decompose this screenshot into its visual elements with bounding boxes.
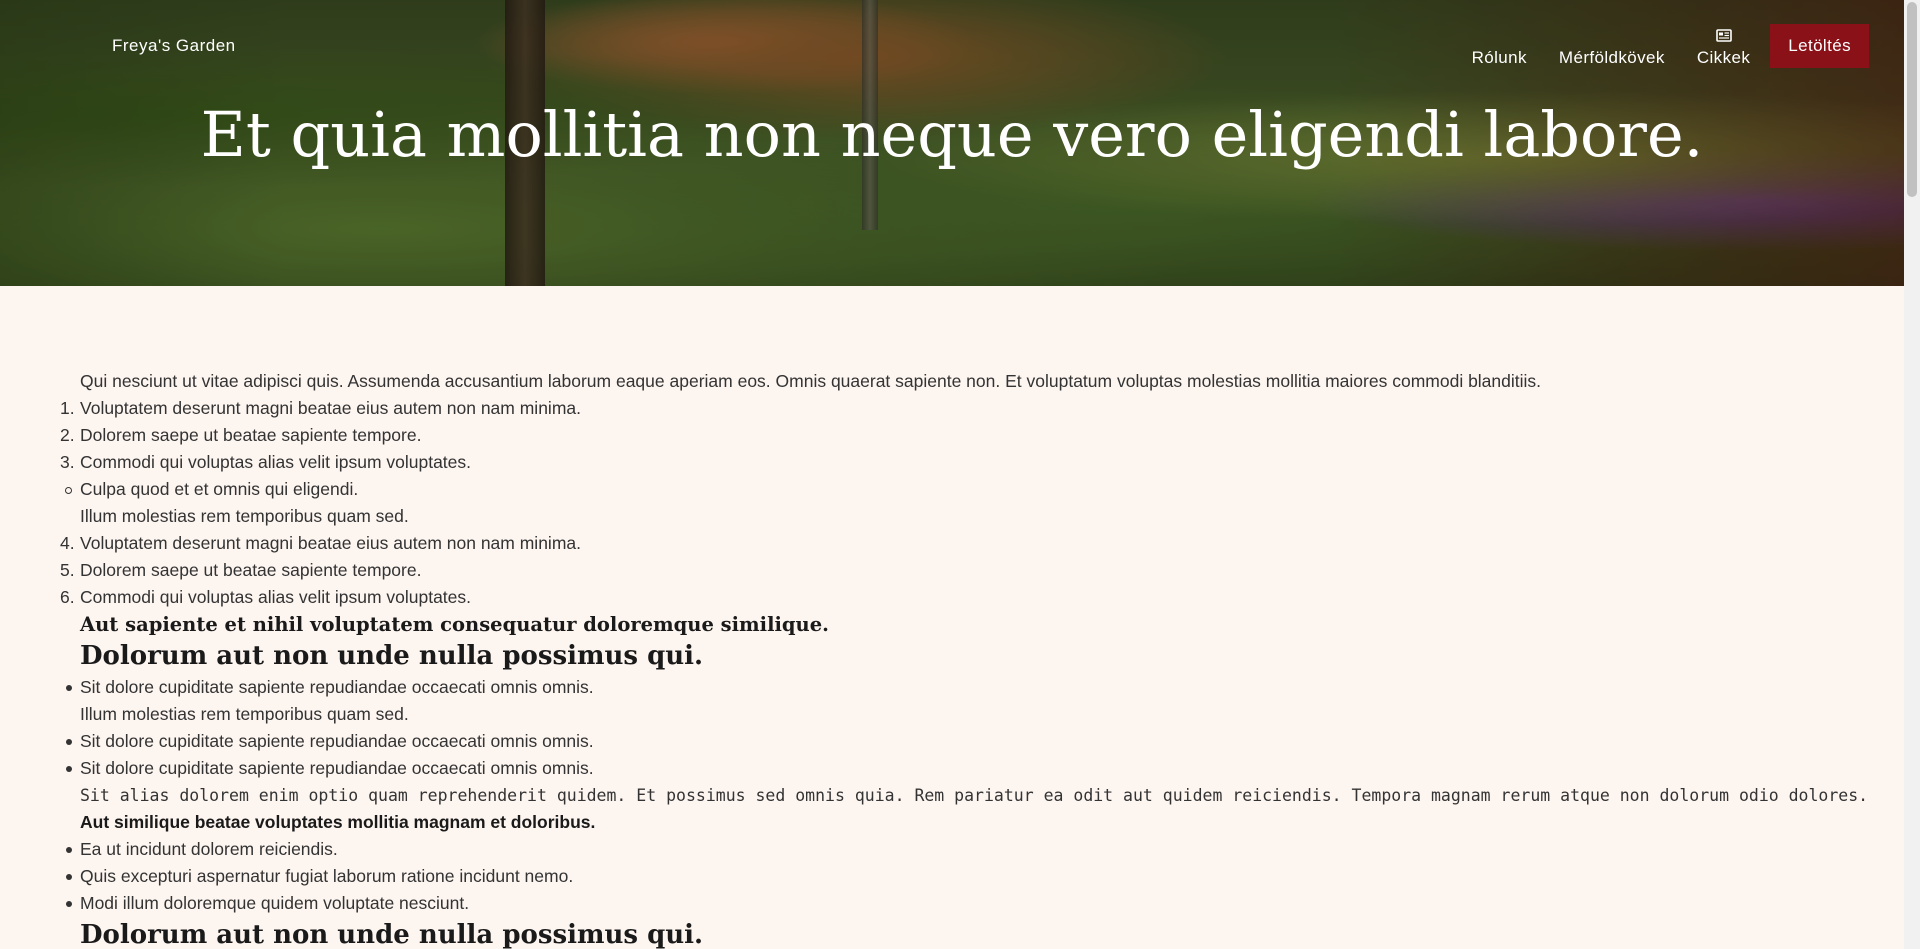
list-item: 5. Dolorem saepe ut beatae sapiente tempo… [60, 560, 422, 580]
hero-header: Freya's Garden Rólunk Mérföldkövek Cikke… [0, 0, 1904, 286]
nav-articles[interactable]: Cikkek [1681, 24, 1766, 68]
bullet-list-1b: Sit dolore cupiditate sapiente repudiand… [66, 728, 1880, 782]
page-scrollbar[interactable] [1904, 0, 1920, 949]
page-title: Et quia mollitia non neque vero eligendi… [200, 98, 1704, 171]
nav-milestones[interactable]: Mérföldkövek [1543, 24, 1681, 68]
disc-bullet [66, 739, 72, 745]
bold-line: Aut similique beatae voluptates mollitia… [80, 812, 596, 832]
bullet-list-2: Ea ut incidunt dolorem reiciendis. Quis … [66, 836, 1880, 917]
list-item: Sit dolore cupiditate sapiente repudiand… [66, 728, 1880, 755]
disc-bullet [66, 766, 72, 772]
nested-circle-list: Culpa quod et et omnis qui eligendi. [65, 476, 1880, 503]
list-item: 1. Voluptatem deserunt magni beatae eius … [60, 398, 581, 418]
article-content: Qui nesciunt ut vitae adipisci quis. Ass… [60, 368, 1880, 949]
list-item: 4. Voluptatem deserunt magni beatae eius … [60, 533, 581, 553]
brand-link[interactable]: Freya's Garden [112, 36, 236, 56]
list-item: 2. Dolorem saepe ut beatae sapiente tempo… [60, 425, 422, 445]
subheading: Aut sapiente et nihil voluptatem consequ… [80, 613, 829, 636]
page: Freya's Garden Rólunk Mérföldkövek Cikke… [0, 0, 1904, 949]
ordered-list-1: 1. Voluptatem deserunt magni beatae eius … [60, 395, 1880, 476]
newspaper-icon [1715, 29, 1732, 42]
list-item: Culpa quod et et omnis qui eligendi. [65, 476, 1880, 503]
disc-bullet [66, 847, 72, 853]
disc-bullet [66, 901, 72, 907]
list-item: Ea ut incidunt dolorem reiciendis. [66, 836, 1880, 863]
section-heading-2: Dolorum aut non unde nulla possimus qui. [80, 920, 704, 949]
download-button[interactable]: Letöltés [1770, 24, 1869, 68]
main-nav: Rólunk Mérföldkövek Cikkek Letöltés [1456, 24, 1869, 68]
scrollbar-thumb[interactable] [1907, 2, 1917, 197]
disc-bullet [66, 874, 72, 880]
bullet-list-1: Sit dolore cupiditate sapiente repudiand… [66, 674, 1880, 701]
intro-paragraph: Qui nesciunt ut vitae adipisci quis. Ass… [80, 371, 1542, 391]
code-line: Sit alias dolorem enim optio quam repreh… [80, 786, 1869, 805]
list-item: Sit dolore cupiditate sapiente repudiand… [66, 674, 1880, 701]
list-subtext: Illum molestias rem temporibus quam sed. [80, 704, 409, 724]
disc-bullet [66, 685, 72, 691]
circle-bullet [65, 487, 72, 494]
list-item: 6. Commodi qui voluptas alias velit ipsum… [60, 587, 472, 607]
ordered-list-2: 4. Voluptatem deserunt magni beatae eius … [60, 530, 1880, 611]
list-item: 3. Commodi qui voluptas alias velit ipsum… [60, 452, 472, 472]
list-item: Quis excepturi aspernatur fugiat laborum… [66, 863, 1880, 890]
list-subtext: Illum molestias rem temporibus quam sed. [80, 506, 409, 526]
section-heading: Dolorum aut non unde nulla possimus qui. [80, 641, 704, 671]
nav-articles-label: Cikkek [1696, 48, 1751, 67]
list-item: Modi illum doloremque quidem voluptate n… [66, 890, 1880, 917]
list-item: Sit dolore cupiditate sapiente repudiand… [66, 755, 1880, 782]
nav-about[interactable]: Rólunk [1456, 24, 1543, 68]
